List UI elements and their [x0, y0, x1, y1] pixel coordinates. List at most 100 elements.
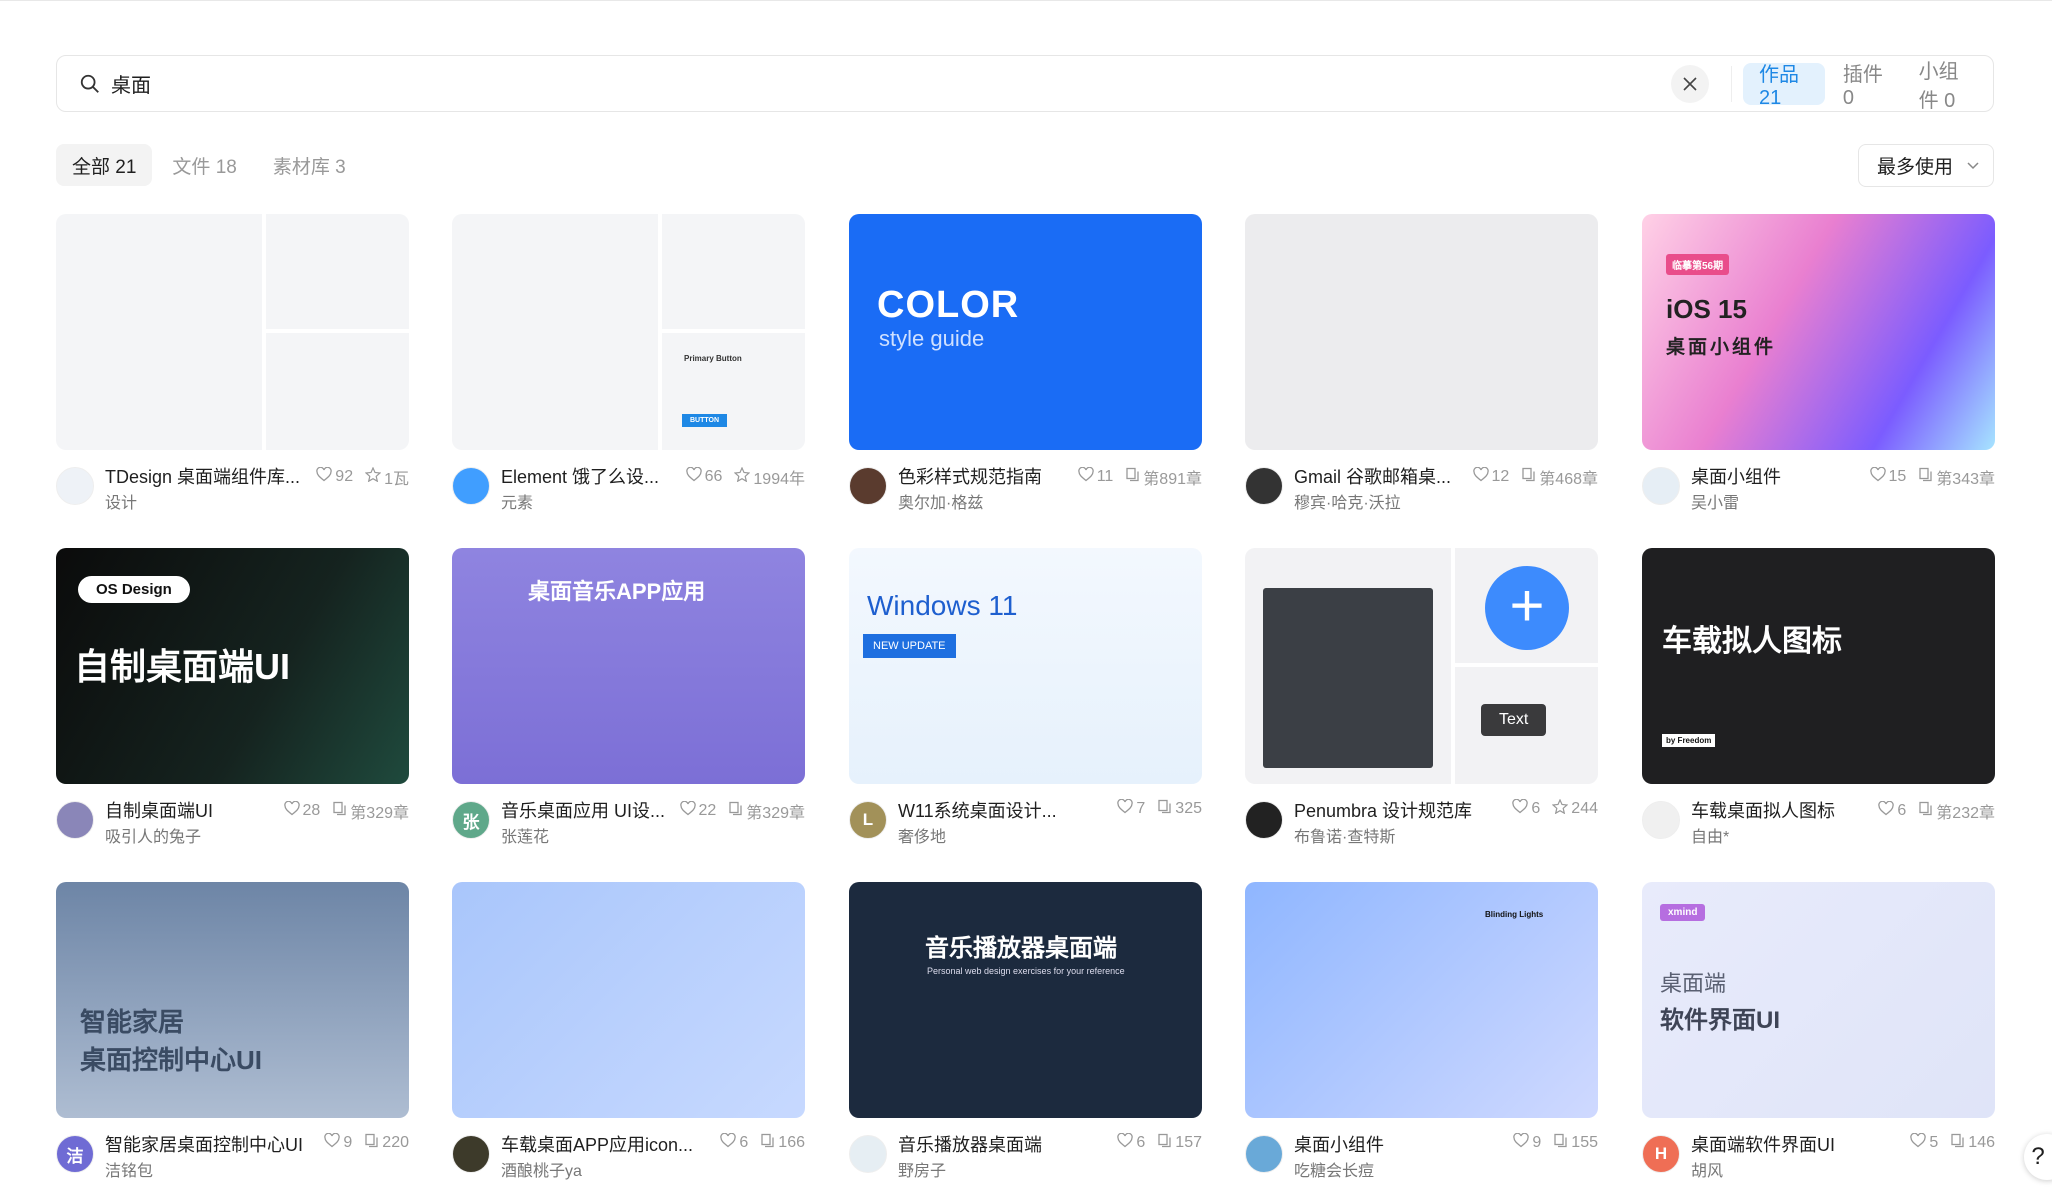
card-author[interactable]: 吴小雷: [1691, 489, 1739, 513]
card-title[interactable]: 自制桌面端UI: [105, 797, 213, 823]
clear-search-button[interactable]: [1671, 65, 1709, 103]
avatar[interactable]: 洁: [56, 1135, 94, 1173]
card-stats: 28 第329章: [272, 799, 409, 823]
card-thumbnail[interactable]: 智能家居 桌面控制中心UI: [56, 882, 409, 1118]
secondary-stat: 第343章: [1918, 465, 1995, 489]
card-author[interactable]: 设计: [105, 489, 137, 513]
card-author[interactable]: 吸引人的兔子: [105, 823, 201, 847]
card-author[interactable]: 吃糖会长痘: [1294, 1157, 1374, 1181]
card-title[interactable]: 音乐播放器桌面端: [898, 1131, 1042, 1157]
avatar[interactable]: [1245, 467, 1283, 505]
card-thumbnail[interactable]: Windows 11 NEW UPDATE: [849, 548, 1202, 784]
card-thumbnail[interactable]: + Text: [1245, 548, 1598, 784]
secondary-count: 146: [1968, 1134, 1995, 1151]
scope-tab[interactable]: 插件 0: [1827, 63, 1901, 109]
likes-count: 15: [1888, 468, 1907, 485]
filter-tab[interactable]: 文件 18: [156, 144, 252, 186]
avatar[interactable]: [849, 467, 887, 505]
card-title[interactable]: TDesign 桌面端组件库...: [105, 463, 300, 489]
plus-icon: +: [1485, 566, 1569, 650]
card-author[interactable]: 奢侈地: [898, 823, 946, 847]
avatar[interactable]: [56, 467, 94, 505]
secondary-stat: 155: [1553, 1133, 1598, 1153]
thumbnail-text: 音乐播放器桌面端: [925, 935, 1117, 962]
card-author[interactable]: 胡风: [1691, 1157, 1723, 1181]
avatar[interactable]: [1642, 467, 1680, 505]
card-title[interactable]: 车载桌面拟人图标: [1691, 797, 1835, 823]
card-thumbnail[interactable]: OS Design 自制桌面端UI: [56, 548, 409, 784]
scope-tab[interactable]: 作品 21: [1743, 63, 1825, 109]
likes-count: 6: [739, 1134, 749, 1151]
likes-stat: 22: [679, 800, 716, 821]
filter-tab[interactable]: 素材库 3: [257, 144, 362, 186]
card-author[interactable]: 奥尔加·格兹: [898, 489, 983, 513]
avatar[interactable]: [56, 801, 94, 839]
card-author[interactable]: 酒酿桃子ya: [501, 1157, 582, 1181]
heart-icon: [1910, 1132, 1929, 1153]
result-card: TDesign 桌面端组件库... 设计 92 1瓦: [56, 214, 409, 524]
sort-dropdown[interactable]: 最多使用: [1858, 144, 1994, 187]
avatar[interactable]: [452, 467, 490, 505]
thumbnail-text: 桌面音乐APP应用: [528, 579, 706, 604]
card-title[interactable]: 音乐桌面应用 UI设...: [501, 797, 665, 823]
card-stats: 6 166: [708, 1132, 805, 1153]
card-thumbnail[interactable]: 桌面端 软件界面UI xmind: [1642, 882, 1995, 1118]
card-title[interactable]: Gmail 谷歌邮箱桌...: [1294, 463, 1451, 489]
card-thumbnail[interactable]: iOS 15 桌面小组件 临摹第56期: [1642, 214, 1995, 450]
secondary-count: 220: [382, 1134, 409, 1151]
secondary-stat: 第329章: [728, 799, 805, 823]
card-author[interactable]: 自由*: [1691, 823, 1729, 847]
likes-stat: 9: [324, 1132, 353, 1153]
scope-tab[interactable]: 小组件 0: [1903, 61, 1991, 112]
card-title[interactable]: 色彩样式规范指南: [898, 463, 1042, 489]
avatar[interactable]: [1245, 801, 1283, 839]
card-thumbnail[interactable]: COLOR style guide: [849, 214, 1202, 450]
card-author[interactable]: 穆宾·哈克·沃拉: [1294, 489, 1401, 513]
card-author[interactable]: 洁铭包: [105, 1157, 153, 1181]
card-author[interactable]: 布鲁诺·查特斯: [1294, 823, 1395, 847]
card-title[interactable]: 智能家居桌面控制中心UI: [105, 1131, 303, 1157]
card-title[interactable]: W11系统桌面设计...: [898, 797, 1057, 823]
card-title[interactable]: 桌面小组件: [1294, 1131, 1384, 1157]
copy-icon: [1918, 467, 1936, 487]
heart-icon: [1077, 466, 1097, 487]
avatar[interactable]: [1642, 801, 1680, 839]
card-author[interactable]: 野房子: [898, 1157, 946, 1181]
card-title[interactable]: Penumbra 设计规范库: [1294, 797, 1472, 823]
card-title[interactable]: Element 饿了么设...: [501, 463, 659, 489]
avatar[interactable]: [452, 1135, 490, 1173]
avatar[interactable]: H: [1642, 1135, 1680, 1173]
copy-icon: [760, 1133, 778, 1153]
card-title[interactable]: 桌面小组件: [1691, 463, 1781, 489]
card-thumbnail[interactable]: Blinding Lights: [1245, 882, 1598, 1118]
filter-tab[interactable]: 全部 21: [56, 144, 153, 186]
thumbnail-text: 临摹第56期: [1666, 254, 1730, 275]
thumbnail-text: 桌面小组件: [1666, 337, 1777, 358]
avatar[interactable]: [849, 1135, 887, 1173]
card-meta: L W11系统桌面设计... 奢侈地 7 325: [849, 795, 1202, 855]
search-icon: [80, 74, 99, 93]
likes-count: 9: [343, 1134, 353, 1151]
secondary-stat: 1瓦: [364, 465, 409, 489]
card-thumbnail[interactable]: 车载拟人图标 by Freedom: [1642, 548, 1995, 784]
card-thumbnail[interactable]: Primary Button BUTTON: [452, 214, 805, 450]
help-button[interactable]: ?: [2024, 1134, 2052, 1180]
card-thumbnail[interactable]: [452, 882, 805, 1118]
card-thumbnail[interactable]: [1245, 214, 1598, 450]
secondary-count: 第343章: [1936, 471, 1995, 488]
card-thumbnail[interactable]: 音乐播放器桌面端 Personal web design exercises fo…: [849, 882, 1202, 1118]
card-author[interactable]: 元素: [501, 489, 533, 513]
card-title[interactable]: 车载桌面APP应用icon...: [501, 1131, 693, 1157]
card-thumbnail[interactable]: 桌面音乐APP应用: [452, 548, 805, 784]
likes-count: 11: [1096, 468, 1114, 485]
card-title[interactable]: 桌面端软件界面UI: [1691, 1131, 1835, 1157]
copy-icon: [1157, 799, 1175, 819]
copy-icon: [1918, 801, 1936, 821]
avatar[interactable]: 张: [452, 801, 490, 839]
avatar[interactable]: L: [849, 801, 887, 839]
search-input[interactable]: [111, 72, 1611, 95]
avatar[interactable]: [1245, 1135, 1283, 1173]
card-thumbnail[interactable]: [56, 214, 409, 450]
secondary-stat: 220: [364, 1133, 409, 1153]
card-author[interactable]: 张莲花: [501, 823, 549, 847]
